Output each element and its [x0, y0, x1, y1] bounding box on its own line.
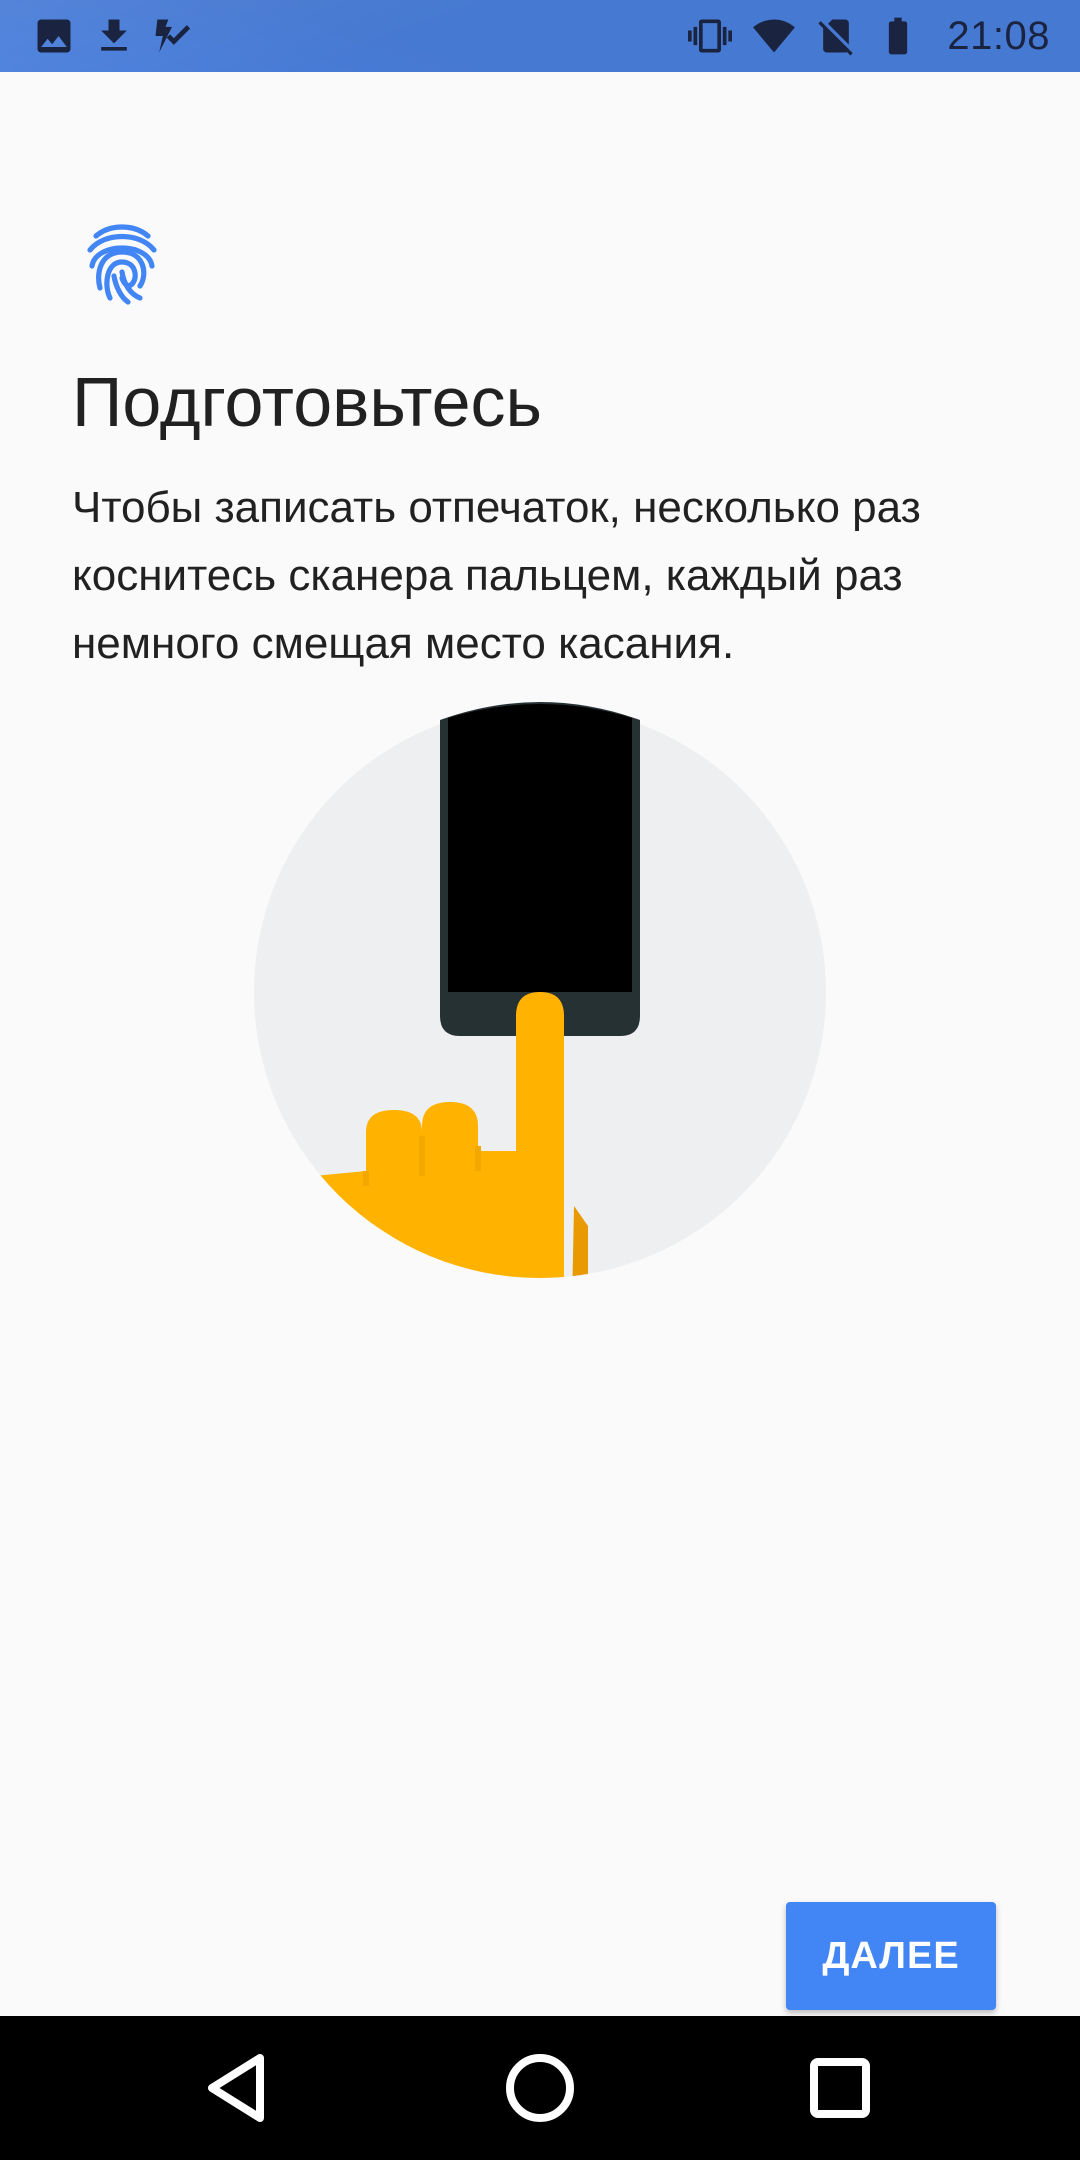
- status-bar: 21:08: [0, 0, 1080, 72]
- next-button[interactable]: ДАЛЕЕ: [786, 1902, 996, 2010]
- back-icon[interactable]: [200, 2048, 280, 2128]
- clock: 21:08: [947, 14, 1050, 58]
- recents-icon[interactable]: [800, 2048, 880, 2128]
- vibrate-icon: [688, 14, 732, 58]
- instructions-text: Чтобы записать отпечаток, несколько раз …: [72, 483, 921, 668]
- no-sim-icon: [814, 14, 858, 58]
- download-icon: [92, 14, 136, 58]
- battery-icon: [876, 14, 920, 58]
- image-icon: [32, 14, 76, 58]
- fingerprint-icon: [84, 222, 160, 306]
- fingerprint-setup-screen: Подготовьтесь Чтобы записать отпечаток, …: [0, 72, 1080, 2016]
- page-title: Подготовьтесь: [72, 363, 543, 441]
- home-icon[interactable]: [500, 2048, 580, 2128]
- navigation-bar: [0, 2016, 1080, 2160]
- wifi-icon: [752, 14, 796, 58]
- tasks-check-icon: [150, 14, 194, 58]
- finger-on-sensor-illustration: [254, 702, 826, 1278]
